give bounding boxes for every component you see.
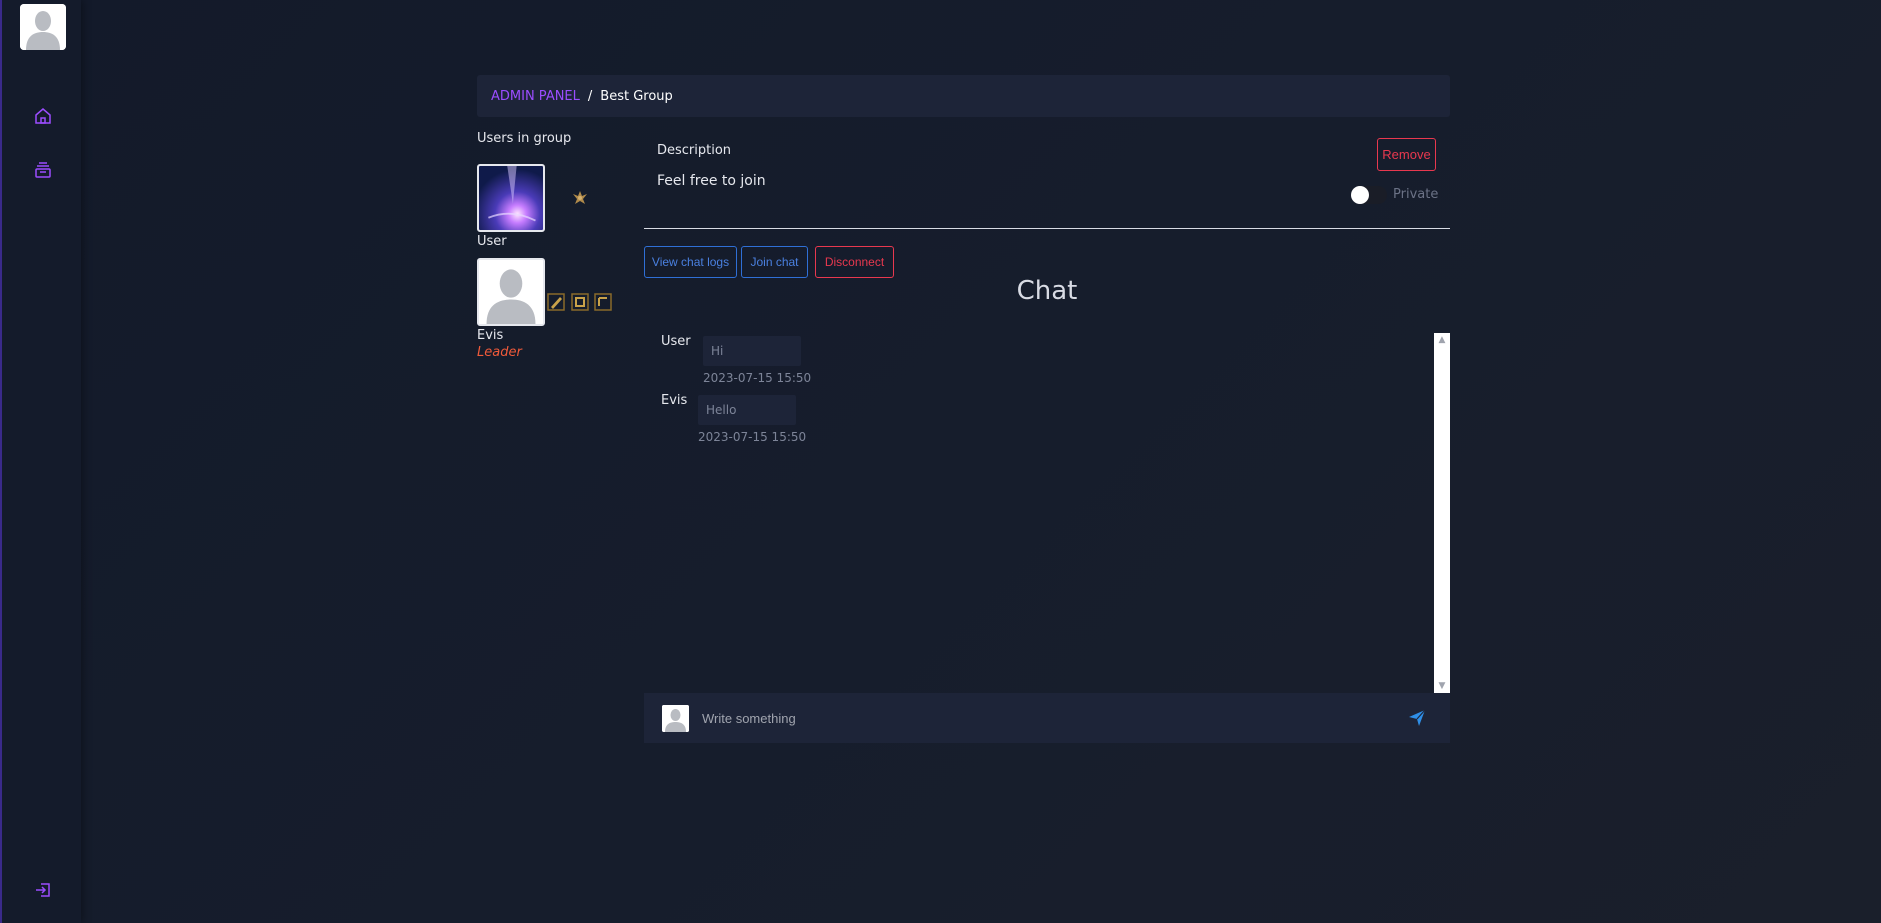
message-time: 2023-07-15 15:50 xyxy=(698,430,807,444)
user-card: User xyxy=(477,164,545,249)
chat-scrollbar[interactable]: ▲ ▼ xyxy=(1434,333,1450,693)
avatar xyxy=(662,705,689,732)
home-icon[interactable] xyxy=(33,106,53,126)
avatar[interactable] xyxy=(477,164,545,232)
user-name: Evis xyxy=(477,328,504,343)
groups-stack-icon[interactable] xyxy=(33,160,53,180)
sidebar-avatar[interactable] xyxy=(20,4,66,50)
galaxy-avatar-image xyxy=(479,166,543,230)
send-icon[interactable] xyxy=(1407,708,1427,728)
sidebar xyxy=(0,0,81,923)
scroll-down-icon[interactable]: ▼ xyxy=(1434,679,1450,693)
message-time: 2023-07-15 15:50 xyxy=(703,371,812,385)
user-name: User xyxy=(477,234,507,249)
breadcrumb-separator: / xyxy=(587,88,593,104)
breadcrumb: ADMIN PANEL / Best Group xyxy=(477,75,1450,117)
chat-messages: User Hi 2023-07-15 15:50 Evis Hello 2023… xyxy=(644,333,1450,693)
crest-icon xyxy=(570,188,590,208)
default-avatar-image xyxy=(479,260,543,324)
chat-composer xyxy=(644,693,1450,743)
message-bubble: Hello xyxy=(698,395,796,425)
message-sender: User xyxy=(661,334,691,349)
default-avatar-icon xyxy=(662,705,689,732)
message-sender: Evis xyxy=(661,393,688,408)
private-toggle[interactable] xyxy=(1351,186,1387,204)
users-panel-title: Users in group xyxy=(477,131,572,146)
user-role: Leader xyxy=(477,345,522,360)
message-input[interactable] xyxy=(702,703,1362,733)
promote-icon[interactable] xyxy=(571,293,589,311)
join-chat-button[interactable]: Join chat xyxy=(741,246,808,278)
user-card: Evis Leader xyxy=(477,258,545,360)
view-chat-logs-button[interactable]: View chat logs xyxy=(644,246,737,278)
disconnect-button[interactable]: Disconnect xyxy=(815,246,894,278)
message-bubble: Hi xyxy=(703,336,801,366)
logout-icon[interactable] xyxy=(33,880,53,900)
edit-icon[interactable] xyxy=(547,293,565,311)
divider xyxy=(644,228,1450,229)
description-label: Description xyxy=(657,143,732,158)
private-label: Private xyxy=(1393,187,1439,202)
kick-icon[interactable] xyxy=(594,293,612,311)
chat-title: Chat xyxy=(1016,276,1078,306)
toggle-knob xyxy=(1351,186,1369,204)
remove-group-button[interactable]: Remove xyxy=(1377,138,1436,171)
description-text: Feel free to join xyxy=(657,173,766,189)
scroll-up-icon[interactable]: ▲ xyxy=(1434,333,1450,347)
breadcrumb-current: Best Group xyxy=(600,88,673,104)
avatar[interactable] xyxy=(477,258,545,326)
breadcrumb-admin-panel-link[interactable]: ADMIN PANEL xyxy=(491,89,580,104)
default-avatar-icon xyxy=(20,4,66,50)
